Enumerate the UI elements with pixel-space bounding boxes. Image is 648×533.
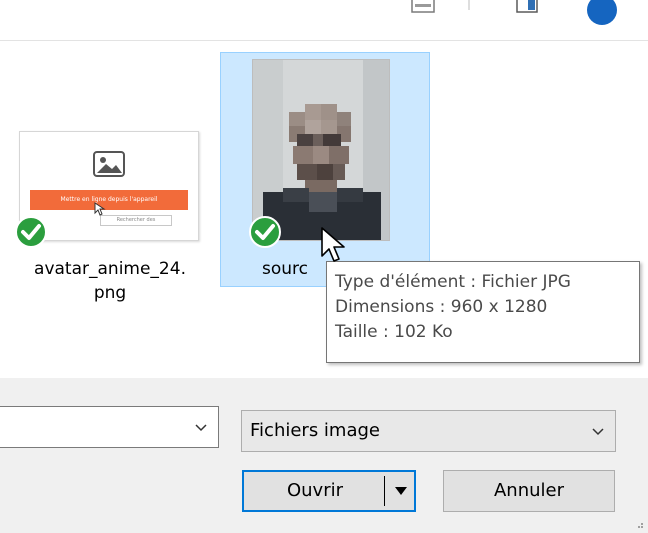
check-icon xyxy=(15,216,47,248)
tooltip-size: Taille : 102 Ko xyxy=(335,322,453,342)
separator-icon xyxy=(468,0,470,10)
resize-grip-icon[interactable] xyxy=(634,519,644,529)
tooltip-type: Type d'élément : Fichier JPG xyxy=(335,272,571,292)
toolbar-strip xyxy=(0,0,648,41)
dropdown-arrow-icon[interactable] xyxy=(394,485,408,497)
file-name-avatar[interactable]: avatar_anime_24. png xyxy=(10,257,210,305)
check-icon xyxy=(249,216,281,248)
file-name-line: png xyxy=(93,283,127,303)
tooltip-dimensions: Dimensions : 960 x 1280 xyxy=(335,297,548,317)
split-button-divider xyxy=(384,476,385,506)
view-icon[interactable] xyxy=(410,0,436,16)
chevron-down-icon[interactable] xyxy=(194,420,208,434)
file-type-select[interactable]: Fichiers image xyxy=(241,410,616,452)
preview-pane-icon[interactable] xyxy=(515,0,539,16)
image-icon xyxy=(93,151,125,177)
cancel-button[interactable]: Annuler xyxy=(443,470,615,512)
filename-input[interactable] xyxy=(0,406,219,448)
photo-thumbnail xyxy=(253,60,389,240)
file-thumbnail-source[interactable] xyxy=(252,59,390,241)
help-icon[interactable] xyxy=(586,0,618,26)
thumb-cursor-icon xyxy=(94,202,106,216)
open-button-label: Ouvrir xyxy=(286,480,344,501)
thumb-upload-button: Mettre en ligne depuis l'appareil xyxy=(30,190,188,210)
file-info-tooltip: Type d'élément : Fichier JPG Dimensions … xyxy=(326,261,640,363)
cursor-icon xyxy=(321,227,345,262)
chevron-down-icon[interactable] xyxy=(591,424,605,438)
file-name-line: avatar_anime_24. xyxy=(34,259,186,279)
thumb-search-button: Rechercher des xyxy=(100,215,172,226)
cancel-button-label: Annuler xyxy=(493,480,564,501)
open-button[interactable]: Ouvrir xyxy=(242,470,416,512)
file-type-value: Fichiers image xyxy=(250,420,380,441)
